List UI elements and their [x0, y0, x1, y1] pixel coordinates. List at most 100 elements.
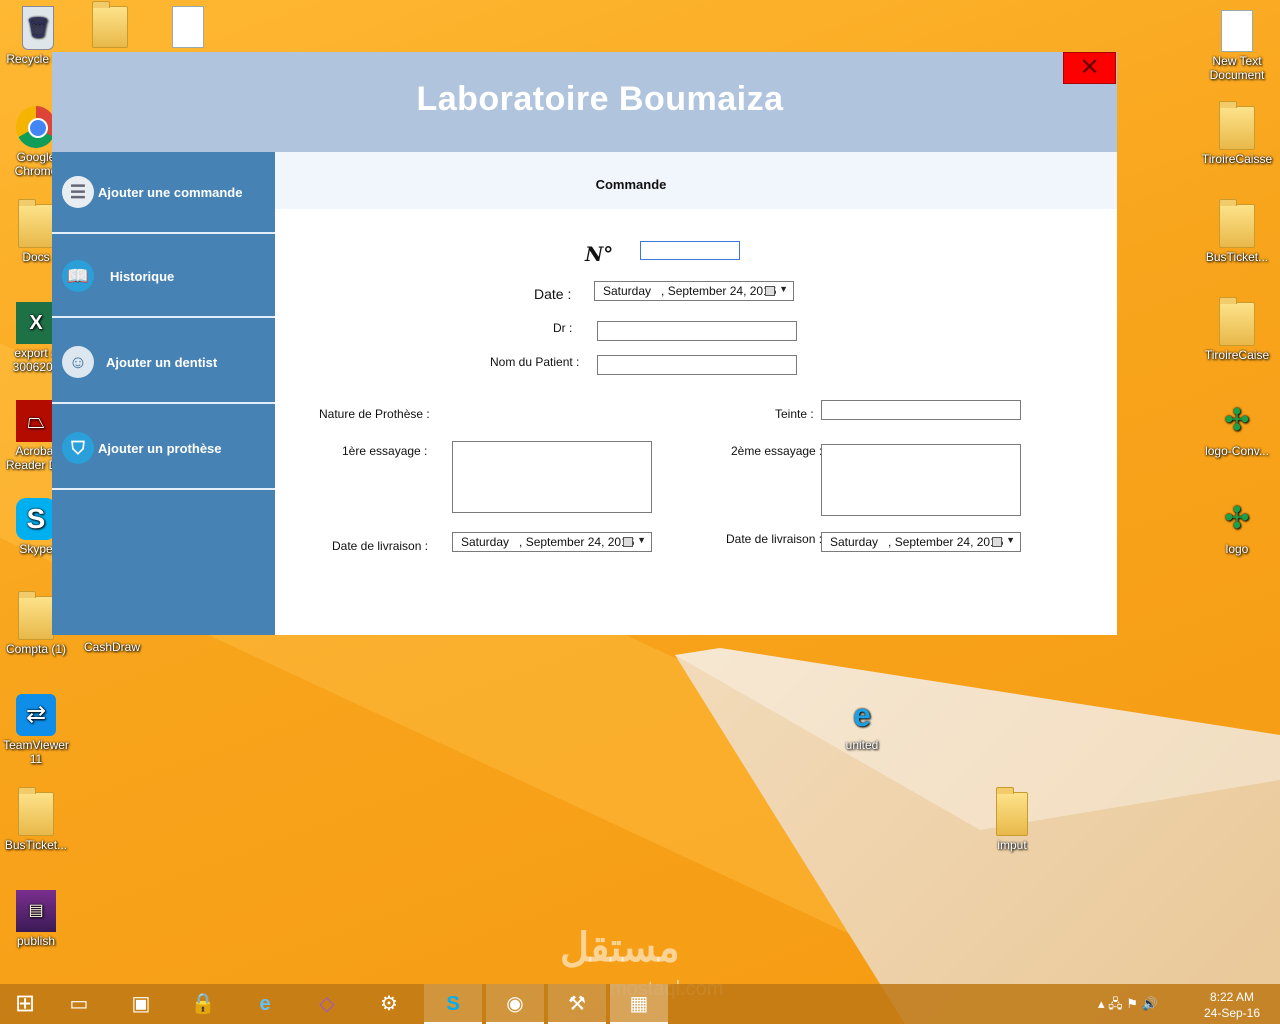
desktop-icon-imput[interactable]: imput [974, 787, 1050, 852]
folder-icon [92, 1, 128, 48]
desktop-icon-cashdraw[interactable]: CashDraw [74, 640, 150, 654]
desktop-icon-label: Docs [22, 250, 50, 264]
section-header: Commande [275, 152, 1117, 209]
sidebar-item-historique[interactable]: 📖 Historique [52, 236, 275, 318]
patient-field[interactable] [597, 355, 797, 375]
folder-icon [18, 591, 54, 640]
livraison2-date-picker[interactable]: Saturday , September 24, 2016 ▼ [821, 532, 1021, 552]
clipboard-icon: ☰ [62, 176, 94, 208]
dr-label: Dr : [553, 321, 573, 335]
livraison1-label: Date de livraison : [332, 539, 429, 553]
sidebar: ☰ Ajouter une commande 📖 Historique ☺ Aj… [52, 152, 275, 635]
app-window-icon: ▦ [629, 993, 649, 1015]
internet-explorer-icon: e [259, 993, 271, 1015]
taskbar-chrome[interactable]: ◉ [486, 984, 544, 1024]
desktop-icon-united[interactable]: e united [824, 694, 900, 752]
desktop-icon-label: BusTicket... [4, 838, 68, 852]
system-tray-icons[interactable]: ▴ 🖧 ⚑ 🔊 [1098, 984, 1158, 1024]
desktop-icon-label: New Text Document [1209, 54, 1265, 82]
desktop-icon-label: united [845, 738, 879, 752]
patient-label: Nom du Patient : [490, 355, 580, 369]
chevron-down-icon: ▼ [1006, 535, 1015, 545]
sidebar-item-ajouter-commande[interactable]: ☰ Ajouter une commande [52, 152, 275, 234]
teinte-field[interactable] [821, 400, 1021, 420]
desktop-icon-busticket-right[interactable]: BusTicket... [1199, 199, 1275, 264]
sidebar-item-label: Ajouter un dentist [106, 355, 218, 370]
clock[interactable]: 8:22 AM 24-Sep-16 [1200, 984, 1264, 1024]
desktop-icon-label: Skype [19, 542, 53, 556]
desktop-icon-label: TeamViewer 11 [3, 738, 69, 766]
taskbar-skype[interactable]: S [424, 984, 482, 1024]
desktop-icon-label: logo-Conv... [1205, 444, 1269, 458]
taskbar-laboratoire-app[interactable]: ▦ [610, 984, 668, 1024]
sidebar-item-label: Ajouter une commande [98, 185, 243, 200]
teinte-label: Teinte : [775, 407, 814, 421]
desktop-icon-label: CashDraw [83, 640, 140, 654]
taskbar-visual-studio[interactable]: ◇ [298, 984, 356, 1024]
content-panel: Commande N° Date : Saturday , September … [275, 152, 1117, 635]
book-icon: 📖 [62, 260, 94, 292]
desktop-icon-logo[interactable]: ✣ logo [1199, 498, 1275, 556]
skype-icon: S [446, 993, 460, 1015]
chrome-icon [16, 106, 56, 148]
desktop-icon-tiroirecaisse[interactable]: TiroireCaisse [1199, 101, 1275, 166]
numero-label: N° [585, 242, 614, 266]
sidebar-item-label: Ajouter un prothèse [98, 441, 222, 456]
section-title: Commande [595, 177, 667, 192]
essayage2-textarea[interactable] [821, 444, 1021, 516]
desktop-icon-teamviewer[interactable]: ⇄ TeamViewer 11 [0, 694, 74, 766]
essayage1-textarea[interactable] [452, 441, 652, 513]
date-value: Saturday , September 24, 2016 [603, 284, 777, 298]
app-window: Laboratoire Boumaiza ✕ ☰ Ajouter une com… [52, 52, 1117, 635]
date-label: Date : [534, 286, 572, 302]
store-icon: ▣ [131, 993, 151, 1015]
calendar-icon [992, 537, 1002, 547]
desktop-icon-label: publish [16, 934, 56, 948]
calendar-icon [623, 537, 633, 547]
numero-field[interactable] [640, 241, 740, 260]
teamviewer-icon: ⇄ [16, 694, 56, 736]
sidebar-item-ajouter-prothese[interactable]: ⛉ Ajouter un prothèse [52, 408, 275, 490]
chevron-down-icon: ▼ [779, 284, 788, 294]
taskbar-installer[interactable]: ⚙ [360, 984, 418, 1024]
essayage2-label: 2ème essayage : [731, 444, 823, 458]
desktop-icon-folder[interactable] [72, 1, 148, 50]
text-document-icon [1221, 10, 1253, 52]
taskbar-lock-app[interactable]: 🔒 [174, 984, 232, 1024]
start-button[interactable]: ⊞ [0, 984, 50, 1024]
desktop-icon-tiroirecaise[interactable]: TiroireCaise [1199, 297, 1275, 362]
taskbar-tools[interactable]: ⚒ [548, 984, 606, 1024]
desktop-icon-label: Google Chrome [14, 150, 58, 178]
desktop-icon-new-text-document[interactable]: New Text Document [1199, 10, 1275, 82]
close-button[interactable]: ✕ [1063, 52, 1116, 84]
tooth-icon: ⛉ [62, 432, 94, 464]
doctor-icon: ☺ [62, 346, 94, 378]
desktop-icon-label: Compta (1) [5, 642, 67, 656]
close-icon: ✕ [1079, 54, 1100, 81]
installer-icon: ⚙ [380, 993, 398, 1015]
visual-studio-icon: ◇ [319, 993, 335, 1015]
desktop-icon-logo-conv[interactable]: ✣ logo-Conv... [1199, 400, 1275, 458]
date-picker[interactable]: Saturday , September 24, 2016 ▼ [594, 281, 794, 301]
tools-icon: ⚒ [568, 993, 586, 1015]
sidebar-item-label: Historique [110, 269, 175, 284]
desktop-icon-busticket[interactable]: BusTicket... [0, 787, 74, 852]
clock-time: 8:22 AM [1209, 990, 1255, 1004]
winrar-icon: ▤ [16, 890, 56, 932]
desktop-icon-document[interactable] [150, 6, 226, 50]
livraison1-date-picker[interactable]: Saturday , September 24, 2016 ▼ [452, 532, 652, 552]
desktop-icon-label: logo [1225, 542, 1249, 556]
chevron-down-icon: ▼ [637, 535, 646, 545]
folder-icon [18, 787, 54, 836]
windows-logo-icon: ⊞ [14, 990, 36, 1017]
desktop-icon-publish[interactable]: ▤ publish [0, 890, 74, 948]
livraison1-value: Saturday , September 24, 2016 [461, 535, 635, 549]
taskbar-store[interactable]: ▣ [112, 984, 170, 1024]
dr-field[interactable] [597, 321, 797, 341]
app-title: Laboratoire Boumaiza [416, 80, 784, 118]
taskbar-internet-explorer[interactable]: e [236, 984, 294, 1024]
logo-icon: ✣ [1224, 404, 1250, 437]
sidebar-item-ajouter-dentist[interactable]: ☺ Ajouter un dentist [52, 322, 275, 404]
taskbar-file-explorer[interactable]: ▭ [50, 984, 108, 1024]
clock-date: 24-Sep-16 [1203, 1006, 1261, 1020]
